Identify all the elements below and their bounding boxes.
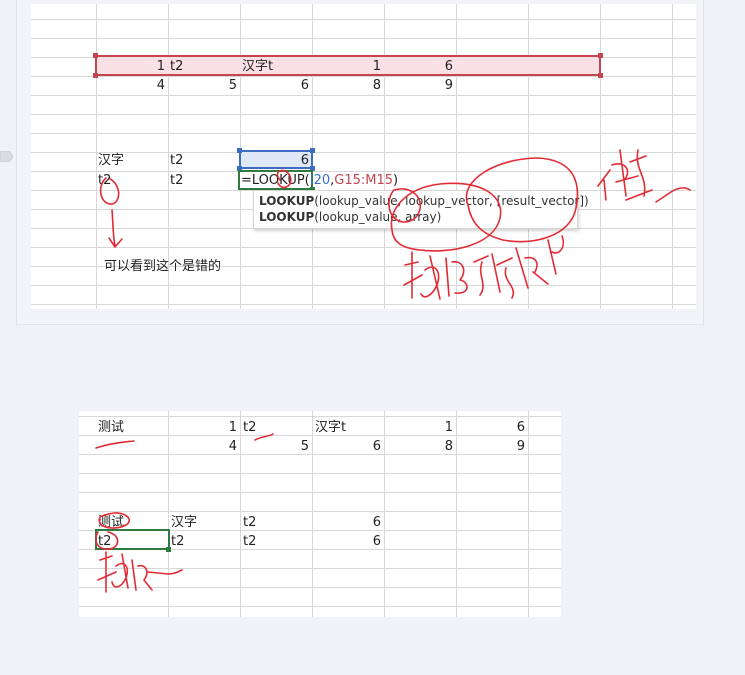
cell[interactable]: 8 — [313, 76, 381, 95]
range-handle[interactable] — [598, 73, 603, 78]
cell[interactable]: 汉字t — [315, 418, 383, 437]
cell[interactable]: 9 — [457, 437, 525, 456]
tooltip-signature-2[interactable]: LOOKUP(lookup_value, array) — [259, 209, 441, 225]
cell[interactable]: t2 — [170, 151, 238, 170]
cell[interactable]: t2 — [243, 418, 311, 437]
top-spreadsheet[interactable]: 1 t2 汉字t 1 6 4 5 6 8 9 汉字 t2 6 t2 t2 =LO… — [31, 4, 696, 309]
cell[interactable]: t2 — [171, 532, 239, 551]
cell[interactable]: 测试 — [98, 418, 166, 437]
cell[interactable]: 6 — [313, 437, 381, 456]
formula-suffix: ) — [393, 173, 399, 188]
cell[interactable]: 6 — [385, 57, 453, 76]
range-handle[interactable] — [598, 53, 603, 58]
cell[interactable]: 1 — [313, 57, 381, 76]
formula-ref-i20: I20 — [309, 173, 331, 188]
cell[interactable]: t2 — [243, 513, 311, 532]
cell[interactable]: 1 — [169, 418, 237, 437]
cell[interactable]: t2 — [98, 171, 166, 190]
cell[interactable]: 4 — [169, 437, 237, 456]
cell[interactable]: 汉字 — [98, 151, 166, 170]
cell[interactable]: 6 — [313, 513, 381, 532]
collapse-arrow-icon[interactable] — [0, 151, 13, 162]
cell[interactable]: 6 — [241, 151, 309, 170]
cell[interactable]: 4 — [97, 76, 165, 95]
formula-ref-range: G15:M15 — [334, 173, 394, 188]
cell[interactable]: 5 — [169, 76, 237, 95]
cell[interactable]: 8 — [385, 437, 453, 456]
cell[interactable]: 1 — [97, 57, 165, 76]
range-handle[interactable] — [310, 148, 315, 153]
formula-prefix: =LOOKUP( — [241, 173, 310, 188]
tooltip-signature-1[interactable]: LOOKUP(lookup_value, lookup_vector, [res… — [259, 193, 589, 209]
cell[interactable]: 6 — [457, 418, 525, 437]
cell[interactable]: 6 — [241, 76, 309, 95]
cell[interactable]: 5 — [241, 437, 309, 456]
bottom-spreadsheet[interactable]: 测试 1 t2 汉字t 1 6 4 5 6 8 9 测试 汉字 t2 6 t2 … — [79, 411, 561, 617]
cell[interactable]: 9 — [385, 76, 453, 95]
cell[interactable]: t2 — [243, 532, 311, 551]
cell[interactable]: 汉字t — [242, 57, 310, 76]
cell[interactable]: t2 — [170, 171, 238, 190]
cell[interactable]: 汉字 — [171, 513, 239, 532]
cell[interactable]: 6 — [313, 532, 381, 551]
formula-text[interactable]: =LOOKUP(I20,G15:M15) — [241, 171, 398, 190]
function-tooltip: LOOKUP(lookup_value, lookup_vector, [res… — [253, 190, 589, 229]
cell[interactable]: t2 — [98, 532, 166, 551]
note-text: 可以看到这个是错的 — [104, 259, 222, 274]
cell[interactable]: 1 — [385, 418, 453, 437]
cell[interactable]: t2 — [170, 57, 238, 76]
